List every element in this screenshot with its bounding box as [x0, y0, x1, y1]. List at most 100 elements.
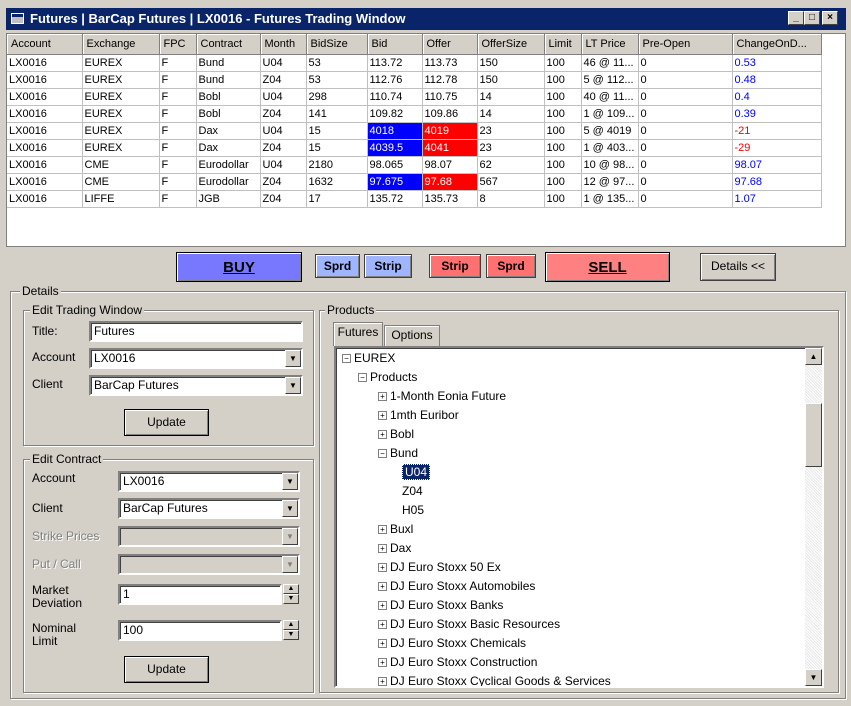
strike-prices-select[interactable]: ▼: [118, 526, 300, 547]
column-header[interactable]: Bid: [367, 34, 423, 55]
expand-icon[interactable]: +: [378, 582, 387, 591]
expand-icon[interactable]: +: [378, 392, 387, 401]
title-bar[interactable]: Futures | BarCap Futures | LX0016 - Futu…: [6, 8, 846, 30]
expand-icon[interactable]: +: [378, 411, 387, 420]
column-header[interactable]: Month: [260, 34, 307, 55]
products-tree[interactable]: − EUREX − Products +1-Month Eonia Future +1mt…: [334, 346, 824, 688]
column-header[interactable]: BidSize: [306, 34, 368, 55]
table-row[interactable]: LX0016 EUREX F Dax Z04 15 4039.5 4041 23 100 1 @ 4…: [7, 139, 822, 157]
tree-node[interactable]: + DJ Euro Stoxx Cyclical Goods & Services: [378, 673, 611, 686]
scroll-up-icon[interactable]: ▲: [805, 348, 822, 365]
account-select[interactable]: LX0016 ▼: [89, 348, 303, 369]
tree-node[interactable]: + DJ Euro Stoxx Basic Resources: [378, 616, 560, 635]
spin-up-icon[interactable]: ▲: [283, 584, 299, 594]
sell-spread-button[interactable]: Sprd: [486, 254, 536, 278]
tree-node[interactable]: U04: [402, 464, 431, 483]
tree-node[interactable]: + DJ Euro Stoxx 50 Ex: [378, 559, 501, 578]
tree-node[interactable]: + DJ Euro Stoxx Construction: [378, 654, 537, 673]
table-row[interactable]: LX0016 EUREX F Dax U04 15 4018 4019 23 100 5 @ 401…: [7, 122, 822, 140]
column-header[interactable]: Exchange: [82, 34, 160, 55]
expand-icon[interactable]: +: [378, 677, 387, 686]
tree-node[interactable]: + Bobl: [378, 426, 414, 445]
contract-account-select[interactable]: LX0016 ▼: [118, 471, 300, 492]
tab-options[interactable]: Options: [384, 325, 440, 346]
expand-icon[interactable]: +: [378, 658, 387, 667]
table-cell: EUREX: [82, 71, 160, 89]
collapse-icon[interactable]: −: [358, 373, 367, 382]
column-header[interactable]: Contract: [196, 34, 261, 55]
collapse-icon[interactable]: −: [378, 449, 387, 458]
title-input[interactable]: Futures: [89, 321, 303, 342]
chevron-down-icon[interactable]: ▼: [282, 528, 298, 545]
nominal-limit-input[interactable]: 100: [118, 620, 282, 641]
table-row[interactable]: LX0016 CME F Eurodollar U04 2180 98.065 98.07 62…: [7, 156, 822, 174]
expand-icon[interactable]: +: [378, 563, 387, 572]
expand-icon[interactable]: +: [378, 544, 387, 553]
tree-node[interactable]: − EUREX: [342, 350, 395, 369]
tree-node[interactable]: H05: [402, 502, 424, 521]
tab-futures[interactable]: Futures: [333, 322, 383, 346]
sell-button[interactable]: SELL: [545, 252, 670, 282]
market-deviation-spinner[interactable]: ▲ ▼: [283, 584, 299, 605]
update-contract-button[interactable]: Update: [124, 656, 209, 683]
expand-icon[interactable]: +: [378, 525, 387, 534]
sell-strip-button[interactable]: Strip: [429, 254, 481, 278]
column-header[interactable]: ChangeOnD...: [732, 34, 822, 55]
spin-down-icon[interactable]: ▼: [283, 594, 299, 604]
buy-button[interactable]: BUY: [176, 252, 302, 282]
column-header[interactable]: Limit: [544, 34, 582, 55]
tree-node[interactable]: +1-Month Eonia Future: [378, 388, 506, 407]
spin-down-icon[interactable]: ▼: [283, 630, 299, 640]
table-cell: 150: [477, 71, 545, 89]
collapse-icon[interactable]: −: [342, 354, 351, 363]
chevron-down-icon[interactable]: ▼: [282, 500, 298, 517]
contract-client-select[interactable]: BarCap Futures ▼: [118, 498, 300, 519]
tree-node[interactable]: +1mth Euribor: [378, 407, 459, 426]
column-header[interactable]: FPC: [159, 34, 197, 55]
minimize-button[interactable]: _: [788, 11, 804, 25]
tree-node[interactable]: + DJ Euro Stoxx Chemicals: [378, 635, 526, 654]
column-header[interactable]: Offer: [422, 34, 478, 55]
buy-strip-button[interactable]: Strip: [364, 254, 412, 278]
market-deviation-input[interactable]: 1: [118, 584, 282, 605]
tree-node[interactable]: + DJ Euro Stoxx Automobiles: [378, 578, 535, 597]
tree-node[interactable]: + DJ Euro Stoxx Banks: [378, 597, 503, 616]
tree-node[interactable]: + Dax: [378, 540, 411, 559]
expand-icon[interactable]: +: [378, 601, 387, 610]
chevron-down-icon[interactable]: ▼: [282, 556, 298, 573]
spin-up-icon[interactable]: ▲: [283, 620, 299, 630]
tree-node[interactable]: Z04: [402, 483, 423, 502]
put-call-select[interactable]: ▼: [118, 554, 300, 575]
expand-icon[interactable]: +: [378, 620, 387, 629]
close-button[interactable]: ×: [822, 11, 838, 25]
table-row[interactable]: LX0016 EUREX F Bund U04 53 113.72 113.73 150 100 4…: [7, 54, 822, 72]
client-select[interactable]: BarCap Futures ▼: [89, 375, 303, 396]
scroll-thumb[interactable]: [805, 403, 822, 467]
tree-node[interactable]: − Products: [358, 369, 417, 388]
table-row[interactable]: LX0016 LIFFE F JGB Z04 17 135.72 135.73 8 100 1 @ …: [7, 190, 822, 208]
chevron-down-icon[interactable]: ▼: [282, 473, 298, 490]
table-row[interactable]: LX0016 CME F Eurodollar Z04 1632 97.675 97.68 56…: [7, 173, 822, 191]
update-window-button[interactable]: Update: [124, 409, 209, 436]
maximize-button[interactable]: □: [804, 11, 820, 25]
column-header[interactable]: OfferSize: [477, 34, 545, 55]
table-row[interactable]: LX0016 EUREX F Bund Z04 53 112.76 112.78 150 100 5…: [7, 71, 822, 89]
column-header[interactable]: LT Price: [581, 34, 639, 55]
table-row[interactable]: LX0016 EUREX F Bobl Z04 141 109.82 109.86 14 100 1…: [7, 105, 822, 123]
details-toggle-button[interactable]: Details <<: [700, 253, 776, 281]
tree-scrollbar[interactable]: ▲ ▼: [805, 348, 822, 686]
table-cell: Bobl: [196, 88, 261, 106]
chevron-down-icon[interactable]: ▼: [285, 377, 301, 394]
column-header[interactable]: Pre-Open: [638, 34, 733, 55]
column-header[interactable]: Account: [7, 34, 83, 55]
nominal-limit-spinner[interactable]: ▲ ▼: [283, 620, 299, 641]
chevron-down-icon[interactable]: ▼: [285, 350, 301, 367]
table-row[interactable]: LX0016 EUREX F Bobl U04 298 110.74 110.75 14 100 4…: [7, 88, 822, 106]
expand-icon[interactable]: +: [378, 430, 387, 439]
tree-node[interactable]: + Buxl: [378, 521, 413, 540]
buy-spread-button[interactable]: Sprd: [315, 254, 360, 278]
scroll-down-icon[interactable]: ▼: [805, 669, 822, 686]
table-cell: F: [159, 71, 197, 89]
expand-icon[interactable]: +: [378, 639, 387, 648]
tree-node[interactable]: − Bund: [378, 445, 418, 464]
